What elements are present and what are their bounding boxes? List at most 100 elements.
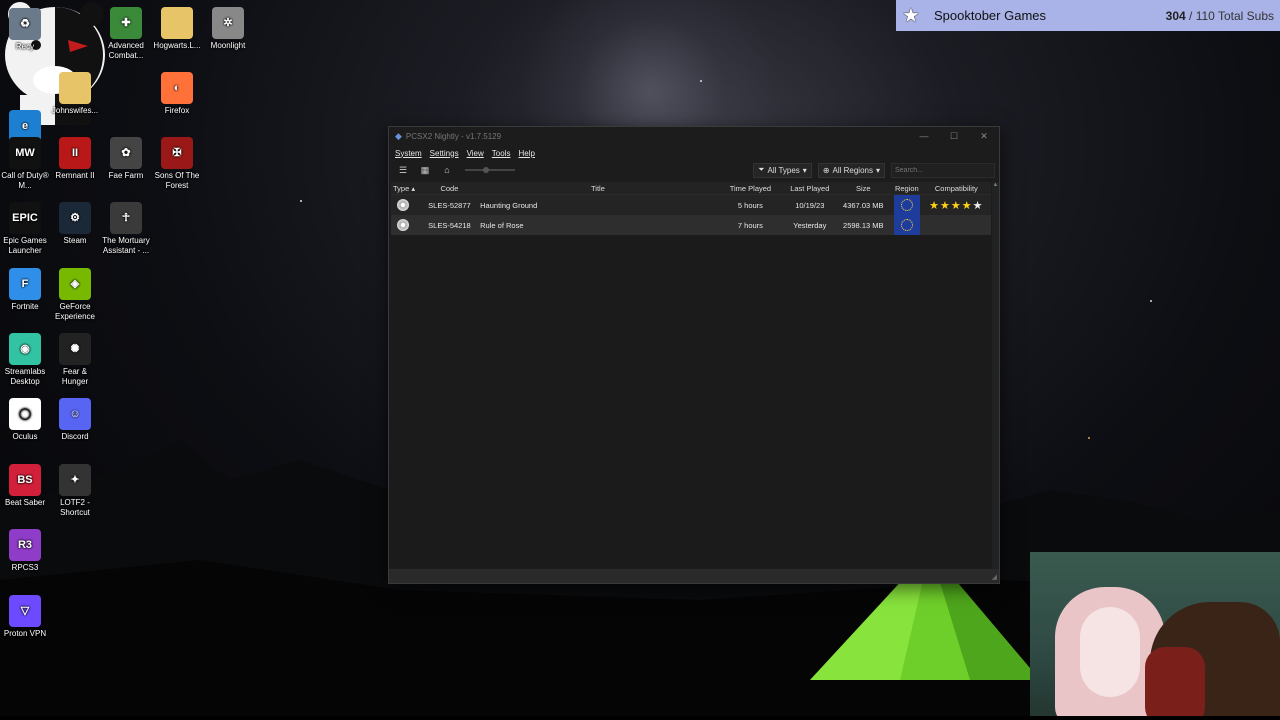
minimize-button[interactable]: — xyxy=(909,131,939,141)
desktop-shortcut-label: Discord xyxy=(61,432,89,441)
col-title[interactable]: Title xyxy=(478,184,716,193)
streamlabs-icon: ◉ xyxy=(9,333,41,365)
table-row[interactable]: SLES-54218 Rule of Rose 7 hours Yesterda… xyxy=(391,215,991,235)
tag-icon[interactable]: ⌂ xyxy=(439,163,455,177)
star-dot xyxy=(700,80,702,82)
resize-grip-icon[interactable]: ◢ xyxy=(992,573,997,581)
desktop-shortcut-label: Call of Duty® M... xyxy=(1,171,49,190)
col-last-played[interactable]: Last Played xyxy=(785,184,835,193)
col-compatibility[interactable]: Compatibility xyxy=(922,184,991,193)
menu-view[interactable]: View xyxy=(467,149,484,158)
desktop-shortcut[interactable]: ✠ Sons Of The Forest xyxy=(152,137,202,191)
desktop-shortcut[interactable]: ◈ GeForce Experience xyxy=(50,268,100,322)
desktop-shortcut-label: Oculus xyxy=(12,432,38,441)
geforce-icon: ◈ xyxy=(59,268,91,300)
menu-tools[interactable]: Tools xyxy=(492,149,511,158)
desktop-shortcut[interactable]: ▽ Proton VPN xyxy=(0,595,50,639)
desktop-shortcut-label: Fortnite xyxy=(11,302,39,311)
grid-view-icon[interactable]: ▦ xyxy=(417,163,433,177)
beat-saber-icon: BS xyxy=(9,464,41,496)
desktop-shortcut[interactable]: BS Beat Saber xyxy=(0,464,50,508)
desktop-shortcut[interactable]: ☥ The Mortuary Assistant - ... xyxy=(101,202,151,256)
desktop-shortcut-label: Johnswifes... xyxy=(51,106,99,115)
desktop-shortcut[interactable]: R3 RPCS3 xyxy=(0,529,50,573)
desktop-shortcut-label: Recy xyxy=(15,42,35,51)
fear-hunger-icon: ✺ xyxy=(59,333,91,365)
remnant-icon: II xyxy=(59,137,91,169)
fae-farm-icon: ✿ xyxy=(110,137,142,169)
search-input[interactable] xyxy=(891,162,995,178)
desktop-shortcut[interactable]: ◯ Oculus xyxy=(0,398,50,442)
type-filter-label: All Types xyxy=(767,165,800,175)
desktop-shortcut[interactable]: Hogwarts.L... xyxy=(152,7,202,51)
table-row[interactable]: SLES-52877 Haunting Ground 5 hours 10/19… xyxy=(391,195,991,215)
folder-icon xyxy=(161,7,193,39)
pcsx2-app-icon: ◆ xyxy=(395,130,402,141)
table-header: Type ▴ Code Title Time Played Last Playe… xyxy=(391,182,991,195)
col-type[interactable]: Type ▴ xyxy=(391,184,421,193)
desktop-shortcut-label: Streamlabs Desktop xyxy=(4,367,46,386)
desktop-shortcut-label: Firefox xyxy=(164,106,190,115)
close-button[interactable]: ✕ xyxy=(969,131,999,142)
desktop-shortcut-label: Remnant II xyxy=(55,171,95,180)
eu-flag-icon xyxy=(893,215,920,235)
toolbar: ☰ ▦ ⌂ ⏷ All Types ▾ ⊕ All Regions ▾ xyxy=(389,161,999,179)
col-region[interactable]: Region xyxy=(892,184,922,193)
vertical-scrollbar[interactable]: ▲ xyxy=(992,182,999,569)
list-view-icon[interactable]: ☰ xyxy=(395,163,411,177)
star-dot xyxy=(300,200,302,202)
mw-warzone-icon: MW xyxy=(9,137,41,169)
desktop-shortcut[interactable]: ♻ Recy xyxy=(0,8,50,52)
filter-icon: ⏷ xyxy=(758,165,765,174)
region-filter-dropdown[interactable]: ⊕ All Regions ▾ xyxy=(817,162,885,178)
cover-scale-slider[interactable] xyxy=(461,163,519,177)
banner-title: Spooktober Games xyxy=(934,8,1047,23)
game-size: 2598.13 MB xyxy=(843,220,884,230)
desktop-shortcut[interactable]: ✿ Fae Farm xyxy=(101,137,151,181)
desktop-shortcut-label: Hogwarts.L... xyxy=(153,41,201,50)
desktop-shortcut[interactable]: F Fortnite xyxy=(0,268,50,312)
desktop-shortcut[interactable]: II Remnant II xyxy=(50,137,100,181)
fortnite-icon: F xyxy=(9,268,41,300)
desktop-shortcut[interactable]: ☺ Discord xyxy=(50,398,100,442)
desktop-shortcut[interactable]: ⚙ Steam xyxy=(50,202,100,246)
maximize-button[interactable]: ☐ xyxy=(939,131,969,142)
game-time-played: 7 hours xyxy=(737,220,763,230)
desktop-shortcut[interactable]: ◉ Streamlabs Desktop xyxy=(0,333,50,387)
game-last-played: 10/19/23 xyxy=(795,200,825,210)
desktop-shortcut[interactable]: ◐ Firefox xyxy=(152,72,202,116)
title-bar[interactable]: ◆ PCSX2 Nightly - v1.7.5129 — ☐ ✕ xyxy=(389,127,999,145)
desktop-shortcut[interactable]: ✦ LOTF2 - Shortcut xyxy=(50,464,100,518)
desktop-shortcut-label: RPCS3 xyxy=(11,563,39,572)
col-code[interactable]: Code xyxy=(421,184,478,193)
proton-vpn-icon: ▽ xyxy=(9,595,41,627)
compatibility-stars: ★★★★★ xyxy=(929,199,984,212)
epic-games-icon: EPIC xyxy=(9,202,41,234)
desktop-shortcut[interactable]: ✺ Fear & Hunger xyxy=(50,333,100,387)
star-dot xyxy=(1150,300,1152,302)
desktop-shortcut[interactable]: EPIC Epic Games Launcher xyxy=(0,202,50,256)
sons-forest-icon: ✠ xyxy=(161,137,193,169)
game-last-played: Yesterday xyxy=(793,220,827,230)
star-icon: ★ xyxy=(902,5,920,27)
lotf2-icon: ✦ xyxy=(59,464,91,496)
desktop-shortcut-label: LOTF2 - Shortcut xyxy=(60,498,90,517)
desktop-shortcut[interactable]: MW Call of Duty® M... xyxy=(0,137,50,191)
chevron-down-icon: ▾ xyxy=(875,165,880,175)
desktop-shortcut[interactable]: ✲ Moonlight xyxy=(203,7,253,51)
menu-system[interactable]: System xyxy=(395,149,422,158)
desktop-shortcut[interactable]: ✚ Advanced Combat... xyxy=(101,7,151,61)
menu-help[interactable]: Help xyxy=(518,149,534,158)
col-size[interactable]: Size xyxy=(835,184,892,193)
disc-icon xyxy=(397,219,409,231)
sub-count: 304 / 110 Total Subs xyxy=(1166,9,1274,23)
menu-settings[interactable]: Settings xyxy=(430,149,459,158)
type-filter-dropdown[interactable]: ⏷ All Types ▾ xyxy=(753,162,812,178)
desktop-shortcut[interactable]: Johnswifes... xyxy=(50,72,100,116)
desktop-shortcut-label: The Mortuary Assistant - ... xyxy=(102,236,150,255)
game-title: Haunting Ground xyxy=(480,200,538,210)
taskbar-edge xyxy=(0,716,1280,720)
advanced-combat-icon: ✚ xyxy=(110,7,142,39)
col-time-played[interactable]: Time Played xyxy=(716,184,785,193)
stream-goal-banner: ★ Spooktober Games 304 / 110 Total Subs xyxy=(896,0,1280,31)
